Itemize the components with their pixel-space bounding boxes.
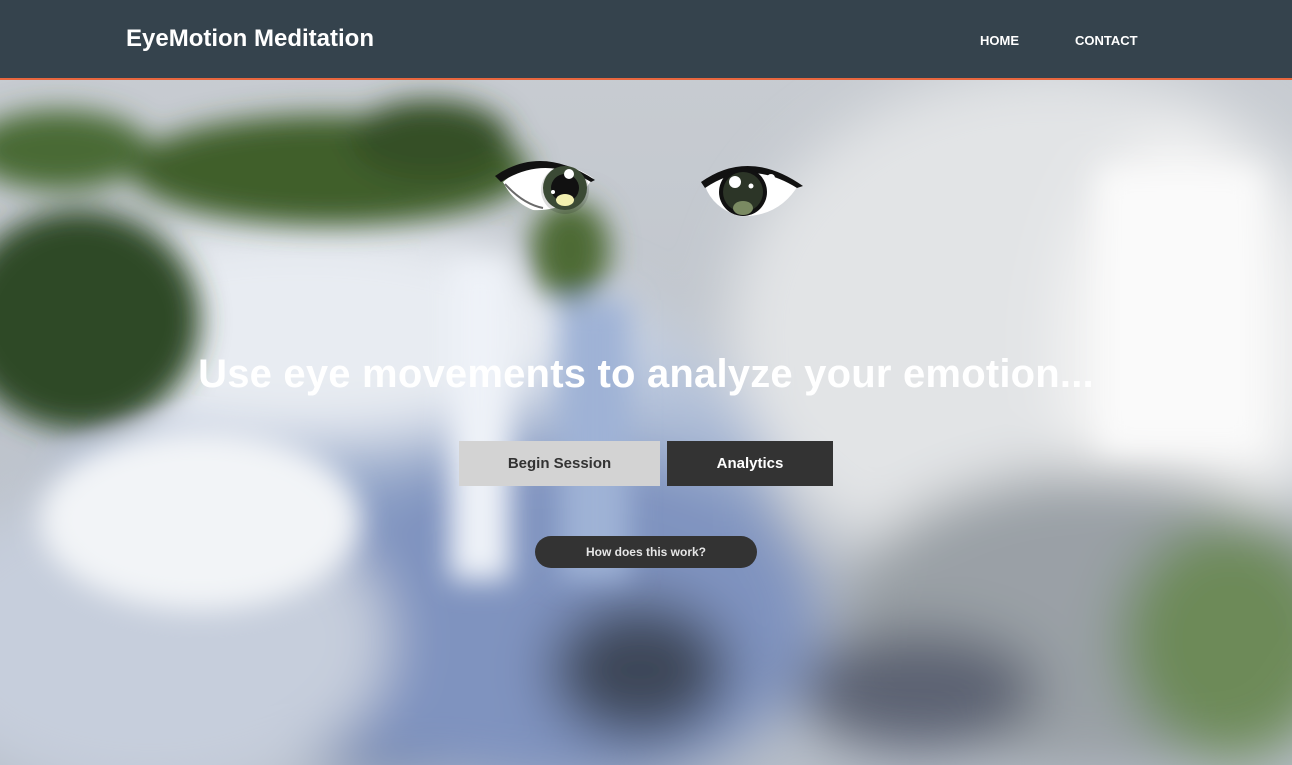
nav-link-contact[interactable]: CONTACT — [1075, 33, 1138, 48]
left-eye-icon — [493, 152, 597, 221]
brand-logo-link[interactable]: EyeMotion Meditation — [126, 25, 374, 53]
page: EyeMotion Meditation HOME CONTACT Use ey… — [0, 0, 1292, 765]
hero-headline: Use eye movements to analyze your emotio… — [198, 352, 1094, 396]
navbar: EyeMotion Meditation HOME CONTACT — [0, 0, 1292, 80]
right-eye-icon — [699, 156, 803, 225]
begin-session-button[interactable]: Begin Session — [459, 441, 660, 486]
how-it-works-button[interactable]: How does this work? — [535, 536, 757, 568]
nav-link-home[interactable]: HOME — [980, 33, 1019, 48]
analytics-button[interactable]: Analytics — [667, 441, 833, 486]
